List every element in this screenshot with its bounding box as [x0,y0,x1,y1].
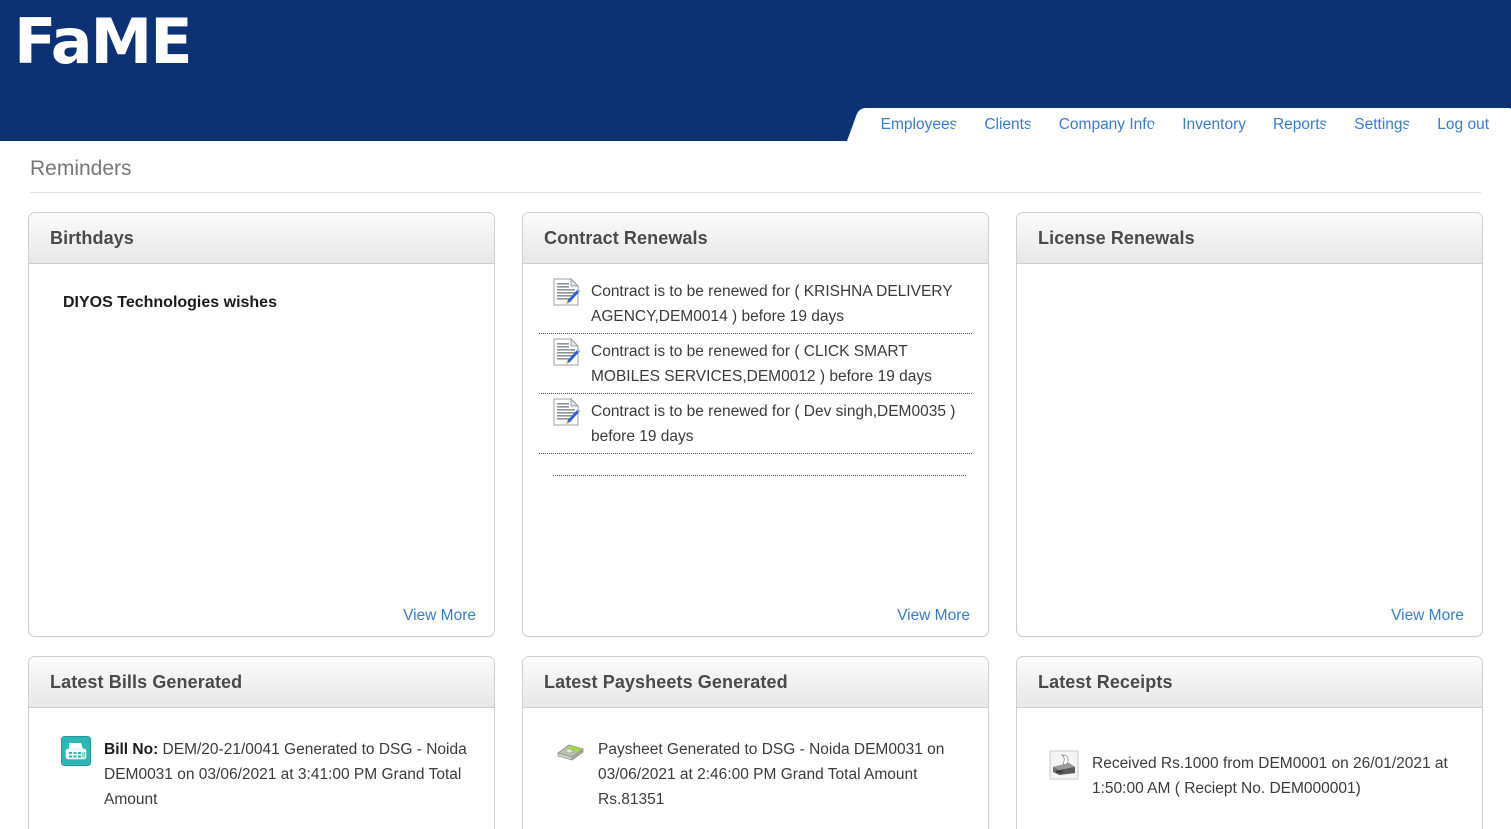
panel-header: Contract Renewals [523,213,988,264]
panel-body: Paysheet Generated to DSG - Noida DEM003… [523,708,988,829]
panel-title: License Renewals [1038,227,1195,248]
panel-title: Latest Receipts [1038,671,1173,692]
panel-birthdays: Birthdays DIYOS Technologies wishes View… [28,212,495,637]
contract-document-icon [553,337,580,373]
title-divider [30,192,1481,193]
contract-document-icon [553,277,580,313]
list-item-text: Contract is to be renewed for ( Dev sing… [591,403,956,445]
money-stack-icon [555,736,585,771]
panel-latest-paysheets: Latest Paysheets Generated Paysheet Gene… [522,656,989,829]
list-divider [553,454,966,476]
panel-footer: View More [523,607,988,636]
panel-body [1017,264,1482,607]
birthday-message: DIYOS Technologies wishes [63,294,277,311]
list-item-text: Received Rs.1000 from DEM0001 on 26/01/2… [1092,755,1448,797]
panel-header: Latest Receipts [1017,657,1482,708]
panel-title: Birthdays [50,227,134,248]
view-more-birthdays-link[interactable]: View More [403,607,476,624]
panel-title: Contract Renewals [544,227,708,248]
view-more-contract-renewals-link[interactable]: View More [897,607,970,624]
receipt-printer-icon [1049,750,1079,785]
nav-tab-label: Log out [1437,116,1489,133]
app-logo: FaME [14,5,193,78]
nav-tab-label: Clients [984,116,1032,133]
list-item[interactable]: Contract is to be renewed for ( Dev sing… [539,394,972,454]
list-item-text: Contract is to be renewed for ( KRISHNA … [591,283,953,325]
panel-header: Latest Paysheets Generated [523,657,988,708]
panel-footer: View More [1017,607,1482,636]
panel-header: License Renewals [1017,213,1482,264]
bill-detail-text: DEM/20-21/0041 Generated to DSG - Noida … [104,741,467,808]
list-item[interactable]: Contract is to be renewed for ( KRISHNA … [539,274,972,334]
panel-body: Contract is to be renewed for ( KRISHNA … [523,264,988,607]
list-item[interactable]: Contract is to be renewed for ( CLICK SM… [539,334,972,394]
nav-tab-label: Settings [1354,116,1411,133]
app-header: FaME Employees Clients Company Info Inve… [0,0,1511,141]
panel-header: Birthdays [29,213,494,264]
bill-printer-icon [61,736,91,771]
panel-header: Latest Bills Generated [29,657,494,708]
page-title: Reminders [30,157,132,180]
nav-tab-label: Employees [880,116,958,133]
panel-body: DIYOS Technologies wishes [29,264,494,607]
page-content: Reminders Birthdays DIYOS Technologies w… [0,141,1511,829]
nav-tab-log-out[interactable]: Log out [1420,108,1511,141]
bill-no-label: Bill No: [104,741,159,758]
list-item[interactable]: Paysheet Generated to DSG - Noida DEM003… [539,722,972,812]
panel-latest-receipts: Latest Receipts Received Rs.1000 from DE… [1016,656,1483,829]
contract-document-icon [553,397,580,433]
list-item-text: Paysheet Generated to DSG - Noida DEM003… [598,741,945,808]
panel-body: Bill No: DEM/20-21/0041 Generated to DSG… [29,708,494,829]
panel-body: Received Rs.1000 from DEM0001 on 26/01/2… [1017,708,1482,829]
nav-tab-label: Inventory [1182,116,1246,133]
panel-license-renewals: License Renewals View More [1016,212,1483,637]
panel-contract-renewals: Contract Renewals Contract is to be rene… [522,212,989,637]
panel-latest-bills: Latest Bills Generated Bill No: DEM/20-2… [28,656,495,829]
list-item-text: Contract is to be renewed for ( CLICK SM… [591,343,932,385]
panel-title: Latest Paysheets Generated [544,671,788,692]
view-more-license-renewals-link[interactable]: View More [1391,607,1464,624]
nav-tab-label: Company Info [1058,116,1156,133]
list-item[interactable]: Bill No: DEM/20-21/0041 Generated to DSG… [45,722,478,812]
reminders-row-1: Birthdays DIYOS Technologies wishes View… [0,212,1511,637]
list-item[interactable]: Received Rs.1000 from DEM0001 on 26/01/2… [1033,722,1466,801]
reminders-row-2: Latest Bills Generated Bill No: DEM/20-2… [0,656,1511,829]
panel-footer: View More [29,607,494,636]
nav-tab-label: Reports [1272,116,1328,133]
main-navigation: Employees Clients Company Info Inventory… [863,108,1511,141]
panel-title: Latest Bills Generated [50,671,243,692]
list-item-text: Bill No: DEM/20-21/0041 Generated to DSG… [104,736,474,812]
